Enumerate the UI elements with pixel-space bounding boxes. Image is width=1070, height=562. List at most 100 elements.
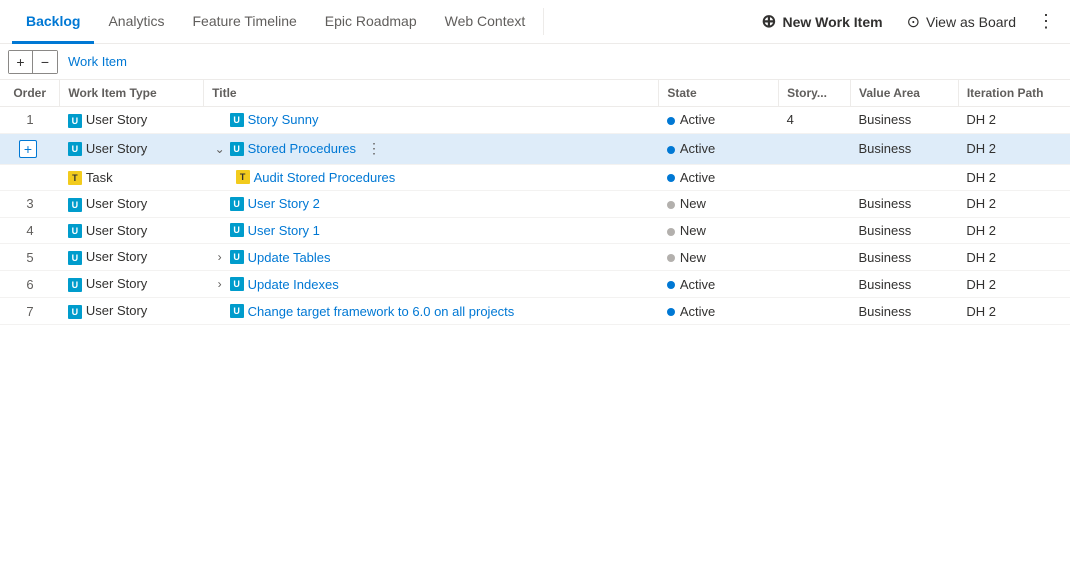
tab-feature-timeline[interactable]: Feature Timeline: [179, 1, 311, 44]
expand-icon[interactable]: ›: [212, 276, 228, 292]
cell-story-points: [779, 271, 851, 298]
new-work-item-button[interactable]: ⊕ New Work Item: [751, 5, 892, 38]
breadcrumb[interactable]: Work Item: [68, 54, 127, 69]
cell-value-area: [851, 164, 959, 191]
cell-title: U Story Sunny: [204, 107, 659, 134]
userstory-icon-title: U: [230, 142, 244, 156]
col-header-story: Story...: [779, 80, 851, 107]
collapse-icon[interactable]: ⌄: [212, 141, 228, 157]
state-label: New: [680, 196, 706, 211]
more-options-button[interactable]: ⋮: [1030, 6, 1062, 38]
state-dot-icon: [667, 308, 675, 316]
cell-story-points: [779, 133, 851, 164]
col-header-order: Order: [0, 80, 60, 107]
work-item-title-link[interactable]: Change target framework to 6.0 on all pr…: [248, 304, 515, 319]
table-row[interactable]: 6UUser Story›UUpdate IndexesActiveBusine…: [0, 271, 1070, 298]
add-icon: +: [16, 54, 24, 70]
work-item-type-label: User Story: [86, 223, 147, 238]
expand-icon[interactable]: ›: [212, 249, 228, 265]
work-item-title-link[interactable]: User Story 2: [248, 196, 320, 211]
table-row[interactable]: 7UUser StoryUChange target framework to …: [0, 298, 1070, 325]
cell-title: UUser Story 2: [204, 191, 659, 218]
cell-state: New: [659, 191, 779, 218]
userstory-icon-title: U: [230, 250, 244, 264]
add-button[interactable]: +: [9, 51, 33, 73]
cell-type: U User Story: [60, 217, 204, 244]
userstory-icon: U: [68, 198, 82, 212]
cell-iteration-path: DH 2: [958, 164, 1070, 191]
table-row[interactable]: 5UUser Story›UUpdate TablesNewBusinessDH…: [0, 244, 1070, 271]
row-more-button[interactable]: ⋮: [364, 139, 384, 159]
cell-state: Active: [659, 133, 779, 164]
task-icon: T: [68, 171, 82, 185]
userstory-icon-title: U: [230, 223, 244, 237]
tab-epic-roadmap[interactable]: Epic Roadmap: [311, 1, 431, 44]
tab-backlog[interactable]: Backlog: [12, 1, 94, 44]
work-item-title-link[interactable]: Story Sunny: [248, 112, 319, 127]
cell-order: 6: [0, 271, 60, 298]
add-child-button[interactable]: +: [19, 140, 37, 158]
toolbar: + − Work Item: [0, 44, 1070, 80]
view-as-board-button[interactable]: ⊙ View as Board: [897, 6, 1026, 38]
more-vert-icon: ⋮: [1037, 11, 1055, 32]
top-nav: Backlog Analytics Feature Timeline Epic …: [0, 0, 1070, 44]
col-header-title: Title: [204, 80, 659, 107]
work-item-title-link[interactable]: Update Tables: [248, 250, 331, 265]
work-item-type-label: User Story: [86, 112, 147, 127]
tab-web-context[interactable]: Web Context: [431, 1, 540, 44]
state-label: New: [680, 250, 706, 265]
plus-circle-icon: ⊕: [761, 11, 776, 32]
userstory-icon: U: [68, 278, 82, 292]
work-item-type-label: User Story: [86, 276, 147, 291]
add-remove-buttons: + −: [8, 50, 58, 74]
work-item-title-link[interactable]: User Story 1: [248, 223, 320, 238]
work-item-title-link[interactable]: Stored Procedures: [248, 141, 356, 156]
table-row[interactable]: TTaskTAudit Stored ProceduresActiveDH 2: [0, 164, 1070, 191]
cell-order: +: [0, 133, 60, 164]
cell-state: New: [659, 244, 779, 271]
userstory-icon: U: [68, 305, 82, 319]
state-label: Active: [680, 304, 715, 319]
cell-story-points: 4: [779, 107, 851, 134]
state-dot-icon: [667, 146, 675, 154]
cell-story-points: [779, 244, 851, 271]
cell-state: Active: [659, 271, 779, 298]
table-row[interactable]: 1UUser StoryUStory SunnyActive4BusinessD…: [0, 107, 1070, 134]
col-header-value: Value Area: [851, 80, 959, 107]
cell-iteration-path: DH 2: [958, 133, 1070, 164]
cell-type: UUser Story: [60, 298, 204, 325]
work-item-title-link[interactable]: Update Indexes: [248, 277, 339, 292]
remove-icon: −: [41, 54, 49, 70]
work-item-type-label: User Story: [86, 249, 147, 264]
table-row[interactable]: +UUser Story⌄UStored Procedures⋮ActiveBu…: [0, 133, 1070, 164]
cell-story-points: [779, 298, 851, 325]
cell-order: 3: [0, 191, 60, 218]
cell-value-area: Business: [851, 244, 959, 271]
cell-iteration-path: DH 2: [958, 107, 1070, 134]
cell-story-points: [779, 191, 851, 218]
state-label: Active: [680, 277, 715, 292]
userstory-icon: U: [68, 142, 82, 156]
row-hover-actions: ⋮: [364, 139, 384, 159]
cell-iteration-path: DH 2: [958, 191, 1070, 218]
state-label: Active: [680, 170, 715, 185]
state-dot-icon: [667, 117, 675, 125]
cell-type: U User Story: [60, 271, 204, 298]
work-item-type-label: User Story: [86, 196, 147, 211]
table-container: Order Work Item Type Title State Story..…: [0, 80, 1070, 562]
userstory-icon: U: [68, 224, 82, 238]
work-item-title-link[interactable]: Audit Stored Procedures: [254, 170, 396, 185]
userstory-icon: U: [68, 114, 82, 128]
cell-order: [0, 164, 60, 191]
cell-iteration-path: DH 2: [958, 244, 1070, 271]
remove-button[interactable]: −: [33, 51, 57, 73]
table-row[interactable]: 4UUser StoryUUser Story 1NewBusinessDH 2: [0, 217, 1070, 244]
cell-state: New: [659, 217, 779, 244]
cell-iteration-path: DH 2: [958, 298, 1070, 325]
state-label: New: [680, 223, 706, 238]
new-work-item-label: New Work Item: [782, 14, 882, 30]
cell-type: UUser Story: [60, 133, 204, 164]
table-row[interactable]: 3UUser StoryUUser Story 2NewBusinessDH 2: [0, 191, 1070, 218]
userstory-icon-title: U: [230, 113, 244, 127]
tab-analytics[interactable]: Analytics: [94, 1, 178, 44]
